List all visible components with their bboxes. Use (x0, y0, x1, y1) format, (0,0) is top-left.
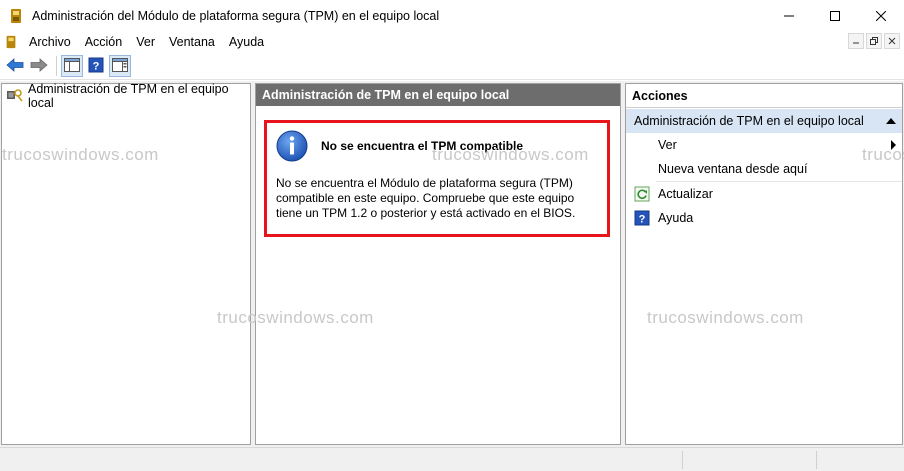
actions-pane: Acciones Administración de TPM en el equ… (625, 83, 903, 445)
action-label: Nueva ventana desde aquí (658, 162, 808, 176)
menu-ver[interactable]: Ver (129, 31, 162, 53)
action-label: Actualizar (658, 187, 713, 201)
collapse-up-icon[interactable] (886, 118, 896, 124)
maximize-button[interactable] (812, 0, 858, 31)
mdi-restore-button[interactable] (866, 33, 882, 49)
info-icon (276, 130, 308, 162)
menu-archivo[interactable]: Archivo (22, 31, 78, 53)
tree-item-tpm-management[interactable]: Administración de TPM en el equipo local (2, 82, 250, 110)
close-button[interactable] (858, 0, 904, 31)
tpm-error-message-box: No se encuentra el TPM compatible No se … (264, 120, 610, 237)
menu-ventana[interactable]: Ventana (162, 31, 222, 53)
actions-header: Acciones (626, 84, 902, 108)
mmc-document-icon[interactable] (4, 35, 18, 49)
back-icon (6, 57, 24, 75)
status-bar (0, 447, 904, 471)
back-button[interactable] (4, 55, 26, 77)
menu-accion[interactable]: Acción (78, 31, 130, 53)
show-hide-tree-button[interactable] (61, 55, 83, 77)
minimize-button[interactable] (766, 0, 812, 31)
mdi-minimize-button[interactable] (848, 33, 864, 49)
status-bar-divider (816, 451, 817, 469)
results-pane: Administración de TPM en el equipo local… (255, 83, 621, 445)
action-new-window[interactable]: Nueva ventana desde aquí (626, 157, 902, 181)
title-bar: Administración del Módulo de plataforma … (0, 0, 904, 31)
help-button[interactable]: ? (85, 55, 107, 77)
menu-ayuda[interactable]: Ayuda (222, 31, 271, 53)
tree-item-label: Administración de TPM en el equipo local (28, 82, 229, 110)
submenu-arrow-icon (891, 140, 896, 150)
results-pane-header: Administración de TPM en el equipo local (256, 84, 620, 106)
show-hide-action-pane-button[interactable] (109, 55, 131, 77)
window-title: Administración del Módulo de plataforma … (32, 8, 440, 23)
svg-text:?: ? (93, 60, 100, 72)
show-hide-tree-icon (64, 57, 80, 75)
help-icon: ? (634, 210, 650, 226)
action-ver[interactable]: Ver (626, 133, 902, 157)
message-body: No se encuentra el Módulo de plataforma … (276, 176, 576, 220)
actions-section-label: Administración de TPM en el equipo local (634, 114, 864, 128)
message-title: No se encuentra el TPM compatible (321, 139, 524, 153)
refresh-icon (634, 186, 650, 202)
action-label: Ver (658, 138, 677, 152)
action-refresh[interactable]: Actualizar (626, 182, 902, 206)
tpm-chip-key-icon (6, 88, 24, 105)
mdi-close-button[interactable] (884, 33, 900, 49)
actions-section-header[interactable]: Administración de TPM en el equipo local (626, 109, 902, 133)
forward-icon (30, 57, 48, 75)
tpm-app-icon[interactable] (8, 8, 24, 24)
toolbar-separator (56, 56, 57, 76)
svg-text:?: ? (639, 214, 646, 226)
console-tree-pane[interactable]: Administración de TPM en el equipo local (1, 82, 251, 445)
status-bar-divider (682, 451, 683, 469)
toolbar: ? (0, 53, 904, 80)
action-label: Ayuda (658, 211, 694, 225)
menu-bar: Archivo Acción Ver Ventana Ayuda (0, 31, 904, 53)
action-help[interactable]: ? Ayuda (626, 206, 902, 230)
console-body: Administración de TPM en el equipo local… (0, 81, 904, 447)
forward-button[interactable] (28, 55, 50, 77)
help-icon: ? (88, 57, 104, 76)
show-hide-action-pane-icon (112, 57, 128, 75)
